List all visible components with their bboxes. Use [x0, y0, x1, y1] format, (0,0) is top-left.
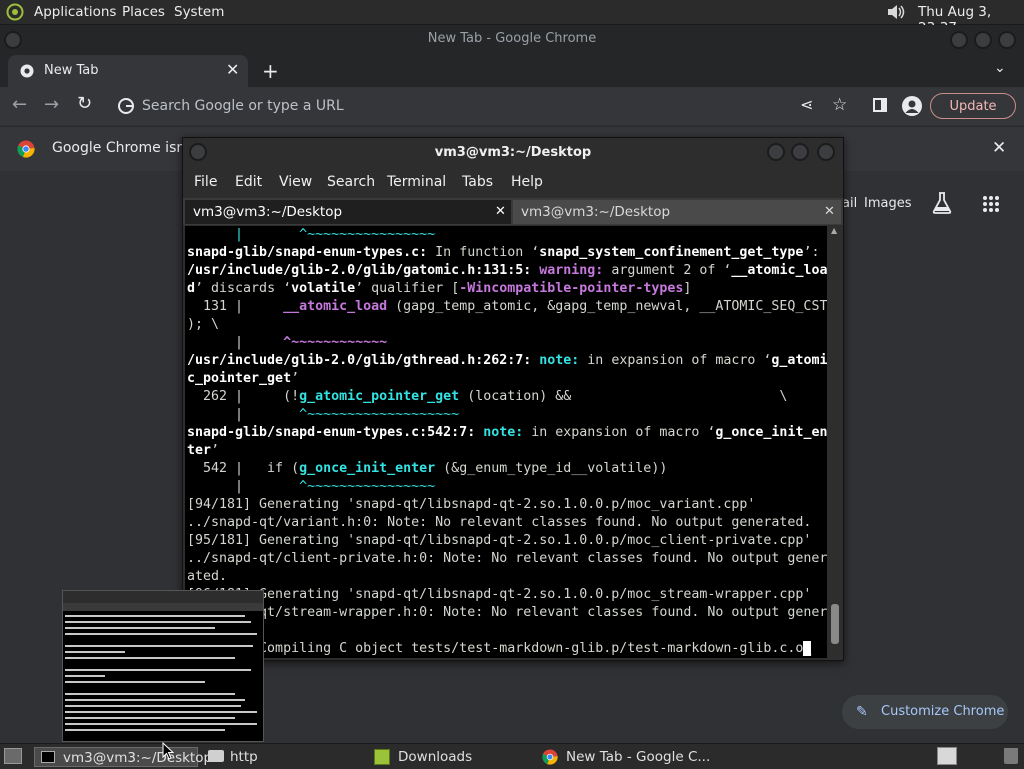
chrome-logo-icon: [17, 140, 35, 158]
terminal-screen[interactable]: | ^~~~~~~~~~~~~~~~~ snapd-glib/snapd-enu…: [185, 226, 827, 658]
taskbar-item-label: New Tab - Google C...: [566, 749, 711, 765]
forward-arrow-icon[interactable]: →: [44, 94, 59, 115]
taskbar-item-chrome[interactable]: New Tab - Google C...: [542, 747, 712, 767]
omnibox[interactable]: Search Google or type a URL ⋖: [108, 91, 828, 121]
folder-icon: [208, 750, 224, 762]
menu-applications[interactable]: Applications: [34, 4, 116, 20]
back-arrow-icon[interactable]: ←: [12, 94, 27, 115]
terminal-menu-view[interactable]: View: [279, 174, 312, 190]
labs-flask-icon[interactable]: [932, 192, 952, 214]
terminal-menu-edit[interactable]: Edit: [235, 174, 262, 190]
tab-close-icon[interactable]: ✕: [226, 60, 239, 79]
taskbar-item-label: Downloads: [398, 749, 473, 765]
terminal-menu-file[interactable]: File: [194, 174, 217, 190]
terminal-maximize-button[interactable]: [791, 143, 809, 161]
chrome-tab-new-tab[interactable]: New Tab ✕: [8, 55, 248, 87]
profile-avatar-icon[interactable]: [902, 96, 922, 116]
thumbnail-tabbar: [63, 603, 263, 611]
tab-search-chevron-icon[interactable]: ⌄: [994, 60, 1006, 76]
downloads-app-icon: [374, 749, 390, 765]
terminal-tab-close-icon[interactable]: ✕: [824, 200, 835, 224]
terminal-menu-search[interactable]: Search: [327, 174, 375, 190]
taskbar-item-label: vm3@vm3:~/Desktop: [63, 750, 213, 766]
terminal-tab-inactive[interactable]: vm3@vm3:~/Desktop ✕: [513, 200, 841, 224]
menu-system[interactable]: System: [174, 4, 224, 20]
terminal-tab-active[interactable]: vm3@vm3:~/Desktop ✕: [185, 200, 511, 224]
taskbar-item-http[interactable]: http: [206, 747, 356, 767]
terminal-scrollbar[interactable]: ▲: [829, 226, 841, 658]
terminal-titlebar[interactable]: vm3@vm3:~/Desktop: [183, 138, 843, 168]
apps-grid-icon[interactable]: [982, 195, 1000, 213]
terminal-tabbar: vm3@vm3:~/Desktop ✕ vm3@vm3:~/Desktop ✕: [183, 198, 843, 225]
pencil-icon: ✎: [856, 704, 868, 720]
google-g-icon: [118, 98, 134, 114]
customize-chrome-label: Customize Chrome: [881, 704, 1005, 719]
thumbnail-menubar: [63, 591, 263, 603]
maximize-button[interactable]: [974, 31, 992, 49]
terminal-close-button[interactable]: [817, 143, 835, 161]
menu-places[interactable]: Places: [122, 4, 165, 20]
reload-icon[interactable]: ↻: [77, 93, 92, 114]
chrome-titlebar[interactable]: New Tab - Google Chrome: [0, 25, 1024, 55]
side-panel-icon[interactable]: [873, 98, 887, 112]
taskbar-item-label: http: [230, 749, 258, 765]
close-button[interactable]: [998, 31, 1016, 49]
mouse-pointer-icon: [162, 742, 174, 760]
new-tab-plus-icon[interactable]: +: [262, 59, 279, 83]
terminal-tab-label: vm3@vm3:~/Desktop: [193, 204, 343, 220]
update-button[interactable]: Update: [930, 93, 1016, 119]
scroll-up-icon[interactable]: ▲: [831, 226, 837, 235]
window-preview-thumbnail[interactable]: [62, 590, 264, 742]
terminal-minimize-button[interactable]: [767, 143, 785, 161]
gmail-link[interactable]: ail: [842, 196, 857, 211]
show-desktop-icon[interactable]: [4, 748, 22, 764]
top-panel: Applications Places System Thu Aug 3, 23…: [0, 0, 1024, 36]
terminal-menu-help[interactable]: Help: [511, 174, 543, 190]
terminal-icon: [41, 751, 55, 763]
terminal-menu-terminal[interactable]: Terminal: [387, 174, 446, 190]
distro-logo-icon[interactable]: [6, 3, 24, 21]
terminal-cursor: _: [803, 641, 812, 656]
terminal-title: vm3@vm3:~/Desktop: [434, 145, 592, 160]
terminal-tab-close-icon[interactable]: ✕: [495, 200, 506, 224]
terminal-menu-tabs[interactable]: Tabs: [462, 174, 493, 190]
terminal-scrollbar-thumb[interactable]: [831, 604, 839, 644]
infobar-close-icon[interactable]: ✕: [992, 138, 1006, 158]
chrome-favicon-icon: [20, 64, 34, 78]
chrome-tab-title: New Tab: [44, 63, 99, 78]
share-icon[interactable]: ⋖: [800, 95, 813, 114]
chrome-window-title: New Tab - Google Chrome: [427, 31, 597, 46]
images-link[interactable]: Images: [864, 196, 912, 211]
taskbar-item-downloads[interactable]: Downloads: [374, 747, 524, 767]
terminal-output: | ^~~~~~~~~~~~~~~~~ snapd-glib/snapd-enu…: [187, 227, 827, 656]
minimize-button[interactable]: [950, 31, 968, 49]
terminal-tab-label: vm3@vm3:~/Desktop: [521, 204, 671, 220]
bottom-taskbar: vm3@vm3:~/Desktop http Downloads New Tab…: [0, 743, 1024, 769]
volume-icon[interactable]: [886, 3, 906, 21]
chrome-taskbar-icon: [542, 749, 558, 765]
workspace-switcher[interactable]: [937, 747, 957, 765]
terminal-window[interactable]: vm3@vm3:~/Desktop File Edit View Search …: [182, 137, 844, 661]
trash-icon[interactable]: [1004, 748, 1018, 764]
omnibox-placeholder: Search Google or type a URL: [142, 98, 344, 114]
thumbnail-terminal-lines: [65, 615, 257, 731]
customize-chrome-button[interactable]: ✎ Customize Chrome: [842, 695, 1008, 729]
bookmark-star-icon[interactable]: ☆: [832, 95, 847, 115]
